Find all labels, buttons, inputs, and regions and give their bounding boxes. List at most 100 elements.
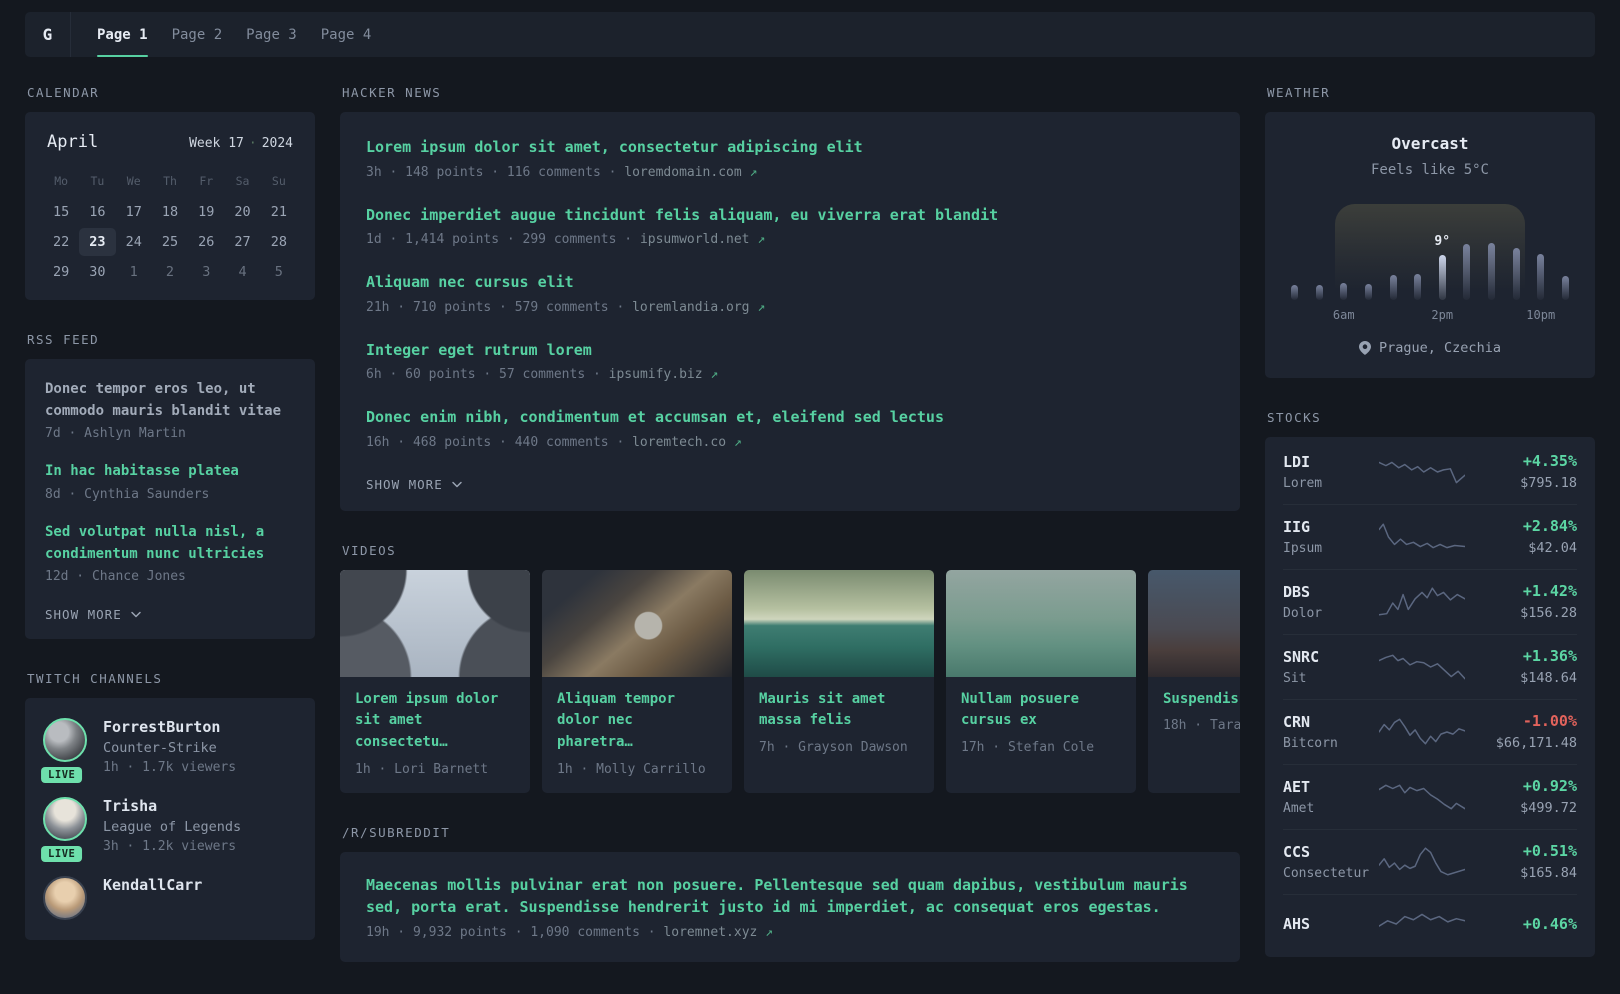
stock-price: $795.18	[1520, 475, 1577, 491]
time-axis-label: 2pm	[1431, 308, 1454, 322]
tab-page-2[interactable]: Page 2	[172, 12, 223, 57]
story-domain-link[interactable]: ipsumify.biz ↗	[609, 367, 719, 382]
subreddit-card: Maecenas mollis pulvinar erat non posuer…	[340, 851, 1240, 962]
app-logo[interactable]: G	[25, 12, 71, 57]
tab-page-1[interactable]: Page 1	[97, 12, 148, 57]
video-card[interactable]: Lorem ipsum dolor sit amet consectetu… 1h…	[340, 569, 530, 793]
story-title-link[interactable]: Lorem ipsum dolor sit amet, consectetur …	[366, 136, 1214, 159]
hackernews-list: Lorem ipsum dolor sit amet, consectetur …	[366, 136, 1214, 450]
middle-column: HACKER NEWS Lorem ipsum dolor sit amet, …	[340, 85, 1240, 994]
external-link-arrow-icon: ↗	[733, 434, 742, 450]
story-title-link[interactable]: Donec enim nibh, condimentum et accumsan…	[366, 406, 1214, 429]
chevron-down-icon	[451, 481, 462, 487]
stock-change-percent: +4.35%	[1522, 452, 1577, 470]
twitch-channel[interactable]: LIVE Trisha League of Legends 3h · 1.2k vie…	[41, 797, 297, 863]
stock-sparkline	[1379, 907, 1465, 941]
calendar-day-header: Su	[271, 174, 286, 188]
channel-name: Trisha	[103, 797, 158, 816]
external-link-arrow-icon: ↗	[710, 367, 719, 382]
hackernews-widget: HACKER NEWS Lorem ipsum dolor sit amet, …	[340, 85, 1240, 511]
twitch-channel[interactable]: LIVE ForrestBurton Counter-Strike 1h · 1.7k…	[41, 718, 297, 784]
calendar-day: 3	[202, 264, 211, 280]
weather-hour-slot	[1414, 212, 1422, 300]
temperature-bar	[1561, 276, 1569, 300]
stock-name: Lorem	[1283, 475, 1323, 491]
rss-show-more-button[interactable]: SHOW MORE	[45, 607, 142, 622]
stock-change-percent: +1.36%	[1522, 647, 1577, 665]
rss-card: Donec tempor eros leo, ut commodo mauris…	[25, 359, 315, 640]
channel-game: League of Legends	[103, 819, 242, 836]
weather-hour-slot: 6am	[1333, 212, 1355, 322]
external-link-arrow-icon: ↗	[765, 924, 773, 940]
tab-page-3[interactable]: Page 3	[246, 12, 297, 57]
calendar-day: 15	[53, 204, 70, 220]
stock-sparkline	[1379, 715, 1465, 749]
story-title-link[interactable]: Integer eget rutrum lorem	[366, 339, 1214, 362]
concrete-pillars-sky-thumbnail	[340, 569, 530, 677]
video-card[interactable]: Nullam posuere cursus ex 17h · Stefan Col…	[946, 569, 1136, 793]
temperature-bar	[1537, 254, 1545, 300]
calendar-day-header: Fr	[199, 174, 214, 188]
channel-info: KendallCarr	[103, 876, 202, 920]
twitch-section-title: TWITCH CHANNELS	[27, 671, 163, 687]
video-card[interactable]: Suspendisse diam 18h · Tara	[1148, 569, 1240, 793]
tab-page-4[interactable]: Page 4	[321, 12, 372, 57]
story-item: Aliquam nec cursus elit 21h · 710 points …	[366, 271, 1214, 315]
calendar-day: 22	[53, 234, 70, 250]
video-title: Suspendisse diam	[1163, 690, 1240, 707]
stock-identity: CRN Bitcorn	[1283, 713, 1379, 751]
hackernews-show-more-button[interactable]: SHOW MORE	[366, 477, 463, 492]
stocks-section-title: STOCKS	[1267, 410, 1322, 425]
story-domain-link[interactable]: ipsumworld.net ↗	[640, 232, 765, 247]
video-card[interactable]: Aliquam tempor dolor nec pharetra… 1h · M…	[542, 569, 732, 793]
stock-identity: AHS	[1283, 915, 1379, 933]
stock-values: +1.42% $156.28	[1465, 582, 1577, 621]
calendar-day-header: We	[126, 174, 141, 188]
calendar-day: 28	[270, 234, 287, 250]
calendar-day-header: Th	[163, 174, 177, 188]
story-domain-link[interactable]: loremdomain.com ↗	[624, 165, 757, 180]
temperature-bar	[1463, 244, 1471, 300]
stocks-card: LDI Lorem +4.35% $795.18 IIG Ipsum +2.84% $42.0…	[1265, 437, 1595, 957]
page-tabs: Page 1 Page 2 Page 3 Page 4	[71, 12, 395, 57]
weather-condition: Overcast	[1391, 134, 1469, 153]
stock-name: Sit	[1283, 670, 1307, 686]
video-meta: 17h · Stefan Cole	[961, 739, 1095, 755]
calendar-card: April Week 17 · 2024 Mo Tu We Th Fr Sa Su 15 16 17 1…	[25, 112, 315, 300]
rss-article-link[interactable]: In hac habitasse platea	[45, 461, 295, 483]
story-domain-link[interactable]: loremlandia.org ↗	[632, 300, 765, 315]
rss-article-link[interactable]: Donec tempor eros leo, ut commodo mauris…	[45, 379, 295, 422]
story-domain-link[interactable]: loremnet.xyz ↗	[663, 925, 773, 940]
story-title-link[interactable]: Donec imperdiet augue tincidunt felis al…	[366, 204, 1214, 227]
stock-row: DBS Dolor +1.42% $156.28	[1283, 569, 1577, 634]
story-title-link[interactable]: Maecenas mollis pulvinar erat non posuer…	[366, 874, 1214, 919]
weather-feels-like: Feels like 5°C	[1370, 162, 1489, 178]
calendar-day: 19	[198, 204, 215, 220]
stock-price: $148.64	[1520, 670, 1577, 686]
temperature-bar	[1291, 285, 1298, 300]
rss-article-link[interactable]: Sed volutpat nulla nisl, a condimentum n…	[45, 522, 295, 565]
channel-game: Counter-Strike	[103, 740, 217, 757]
canoe-on-misty-lake-thumbnail	[946, 569, 1136, 677]
stock-sparkline	[1379, 650, 1465, 684]
temperature-bar	[1389, 275, 1397, 300]
stock-row: SNRC Sit +1.36% $148.64	[1283, 634, 1577, 699]
calendar-widget: CALENDAR April Week 17 · 2024 Mo Tu We Th Fr Sa…	[25, 85, 315, 300]
video-card[interactable]: Mauris sit amet massa felis 7h · Grayson …	[744, 569, 934, 793]
time-axis-label: 6am	[1332, 308, 1355, 322]
subreddit-widget: /R/SUBREDDIT Maecenas mollis pulvinar er…	[340, 825, 1240, 962]
channel-info: Trisha League of Legends 3h · 1.2k viewers	[103, 797, 241, 854]
stock-sparkline	[1379, 455, 1465, 489]
story-domain-link[interactable]: loremtech.co ↗	[632, 435, 742, 450]
weather-card: Overcast Feels like 5°C 6am 9° 2pm 10pm Pra…	[1265, 112, 1595, 378]
show-more-label: SHOW MORE	[45, 607, 122, 623]
stock-name: Bitcorn	[1283, 735, 1338, 751]
stock-values: +0.51% $165.84	[1465, 842, 1577, 881]
calendar-day: 2	[165, 264, 175, 280]
twitch-channel[interactable]: KendallCarr	[43, 876, 297, 921]
story-title-link[interactable]: Aliquam nec cursus elit	[366, 271, 1214, 294]
stock-change-percent: +0.46%	[1522, 915, 1577, 933]
stock-identity: DBS Dolor	[1283, 583, 1379, 621]
separator-dot: ·	[248, 136, 257, 151]
videos-widget: VIDEOS Lorem ipsum dolor sit amet consec…	[340, 543, 1240, 793]
